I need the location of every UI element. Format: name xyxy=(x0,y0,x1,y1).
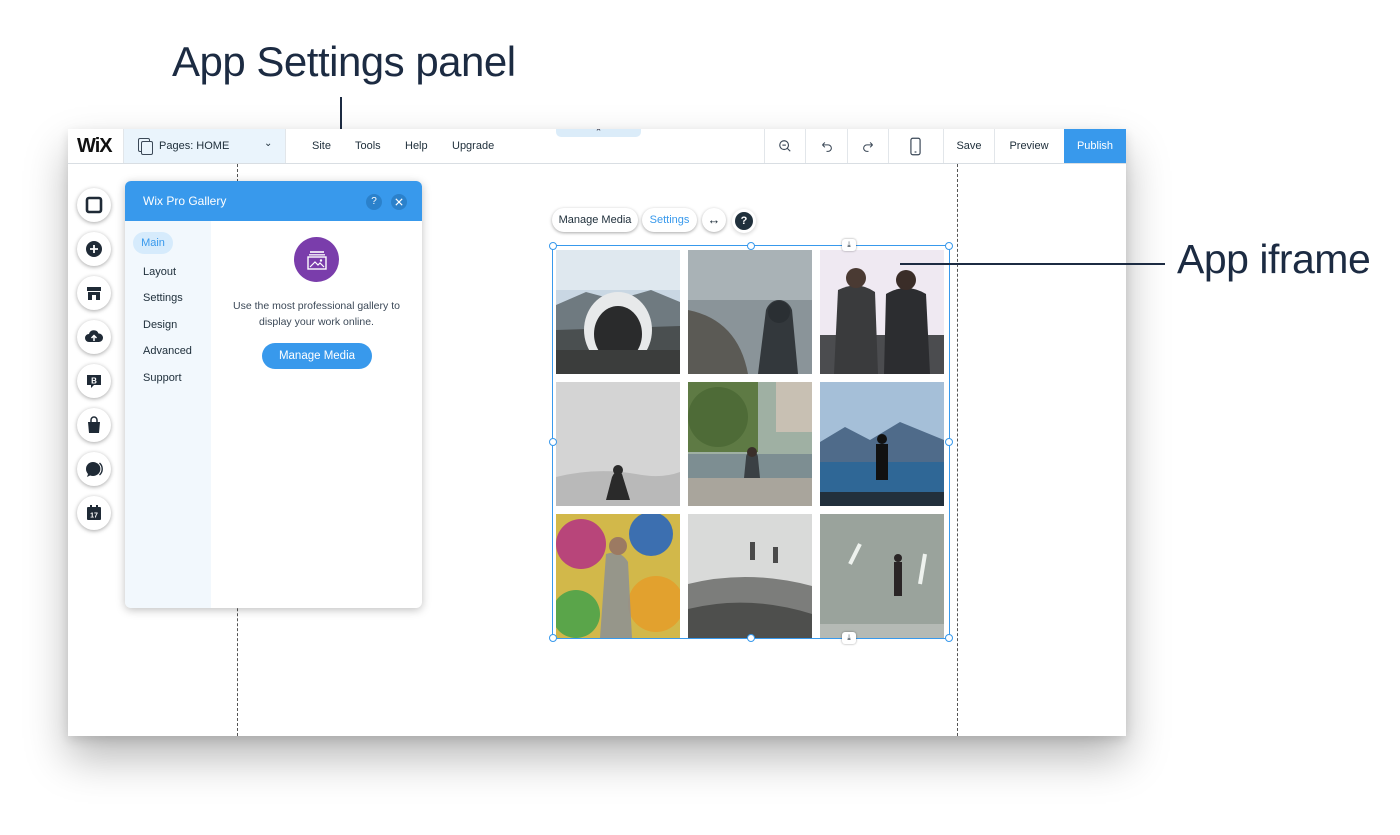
gallery-photo-airplane[interactable] xyxy=(556,250,680,374)
panel-header: Wix Pro Gallery ? xyxy=(125,181,422,221)
panel-tab-main[interactable]: Main xyxy=(133,232,173,254)
gallery-photo-river-wall[interactable] xyxy=(688,382,812,506)
divider xyxy=(888,129,889,163)
shopping-bag-icon xyxy=(88,416,100,433)
resize-handle-top-left[interactable] xyxy=(549,242,557,250)
resize-handle-bottom[interactable] xyxy=(747,634,755,642)
app-settings-panel: Wix Pro Gallery ? Main Layout Settings D… xyxy=(125,181,422,608)
app-settings-panel-callout: App Settings panel xyxy=(172,38,516,85)
zoom-out-icon[interactable] xyxy=(777,138,793,154)
pages-icon xyxy=(138,138,153,155)
sidebar-upload-button[interactable] xyxy=(77,320,111,354)
sidebar-add-button[interactable] xyxy=(77,232,111,266)
gallery-app-icon xyxy=(294,237,339,282)
resize-handle-left[interactable] xyxy=(549,438,557,446)
panel-title: Wix Pro Gallery xyxy=(143,194,227,208)
iframe-leader-line xyxy=(900,263,1165,265)
divider xyxy=(805,129,806,163)
undo-icon[interactable] xyxy=(818,138,834,154)
gallery-photo-lake-mountains[interactable] xyxy=(820,382,944,506)
panel-help-button[interactable]: ? xyxy=(366,194,382,210)
add-plus-icon xyxy=(86,241,102,257)
divider xyxy=(847,129,848,163)
resize-handle-bottom-right[interactable] xyxy=(945,634,953,642)
settings-button[interactable]: Settings xyxy=(642,208,697,232)
redo-icon[interactable] xyxy=(860,138,876,154)
pages-label: Pages: HOME xyxy=(159,140,230,152)
chat-icon xyxy=(86,462,103,477)
store-icon xyxy=(87,287,101,300)
menu-upgrade[interactable]: Upgrade xyxy=(452,140,494,152)
resize-handle-top[interactable] xyxy=(747,242,755,250)
anchor-bottom-icon[interactable]: ⤓ xyxy=(842,632,856,644)
app-iframe[interactable]: ⤓ ⤓ xyxy=(549,239,953,644)
mobile-view-icon[interactable] xyxy=(907,136,923,156)
app-iframe-callout: App iframe xyxy=(1177,236,1371,282)
sidebar-chat-button[interactable] xyxy=(77,452,111,486)
svg-text:17: 17 xyxy=(90,513,98,520)
chevron-down-icon: ⌄ xyxy=(264,138,273,149)
sidebar-square-button[interactable] xyxy=(77,188,111,222)
anchor-top-icon[interactable]: ⤓ xyxy=(842,239,856,251)
panel-tab-design[interactable]: Design xyxy=(143,319,177,331)
sidebar-calendar-button[interactable]: 17 xyxy=(77,496,111,530)
panel-tab-advanced[interactable]: Advanced xyxy=(143,345,192,357)
panel-manage-media-button[interactable]: Manage Media xyxy=(262,343,372,369)
upload-cloud-icon xyxy=(85,330,103,342)
svg-text:B: B xyxy=(91,377,97,386)
resize-handle-right[interactable] xyxy=(945,438,953,446)
editor-top-bar: WiX Pages: HOME ⌄ Site Tools Help Upgrad… xyxy=(68,129,1126,164)
gallery-photo-foggy-field[interactable] xyxy=(688,514,812,638)
sidebar-shop-button[interactable] xyxy=(77,408,111,442)
divider xyxy=(764,129,765,163)
panel-tab-layout[interactable]: Layout xyxy=(143,266,176,278)
gallery-photo-road[interactable] xyxy=(820,514,944,638)
manage-media-button[interactable]: Manage Media xyxy=(552,208,638,232)
help-button[interactable]: ? xyxy=(735,212,753,230)
pages-dropdown[interactable]: Pages: HOME ⌄ xyxy=(123,129,286,163)
panel-description: Use the most professional gallery to dis… xyxy=(233,300,400,328)
page-right-guide xyxy=(957,164,958,736)
wix-logo: WiX xyxy=(77,135,113,157)
panel-navigation: Main Layout Settings Design Advanced Sup… xyxy=(125,221,211,608)
close-icon xyxy=(395,198,403,206)
gallery-photo-desert[interactable] xyxy=(556,382,680,506)
collapse-topbar-handle[interactable]: ⌃ xyxy=(556,129,641,137)
stretch-icon[interactable]: ↔ xyxy=(702,208,726,232)
panel-close-button[interactable] xyxy=(391,194,407,210)
preview-button[interactable]: Preview xyxy=(994,129,1064,163)
calendar-17-icon: 17 xyxy=(87,505,101,520)
resize-handle-bottom-left[interactable] xyxy=(549,634,557,642)
menu-help[interactable]: Help xyxy=(405,140,428,152)
wix-editor-window: WiX Pages: HOME ⌄ Site Tools Help Upgrad… xyxy=(68,129,1126,736)
publish-button[interactable]: Publish xyxy=(1064,129,1126,163)
blog-b-icon: B xyxy=(87,375,101,388)
save-button[interactable]: Save xyxy=(944,129,994,163)
gallery-photo-two-men[interactable] xyxy=(820,250,944,374)
panel-tab-settings[interactable]: Settings xyxy=(143,292,183,304)
divider xyxy=(285,129,286,163)
menu-site[interactable]: Site xyxy=(312,140,331,152)
gallery-photo-hooded-person[interactable] xyxy=(688,250,812,374)
resize-handle-top-right[interactable] xyxy=(945,242,953,250)
sidebar-store-button[interactable] xyxy=(77,276,111,310)
sidebar-blog-button[interactable]: B xyxy=(77,364,111,398)
panel-tab-support[interactable]: Support xyxy=(143,372,182,384)
menu-tools[interactable]: Tools xyxy=(355,140,381,152)
square-icon xyxy=(85,196,103,214)
gallery-photo-graffiti[interactable] xyxy=(556,514,680,638)
